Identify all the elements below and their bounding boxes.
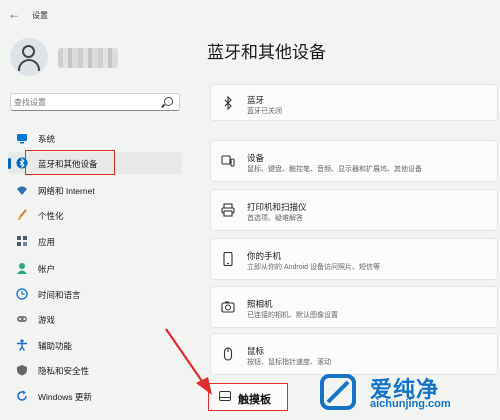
card-title: 照相机	[247, 299, 273, 309]
accessibility-icon	[16, 339, 28, 351]
phone-icon	[221, 251, 235, 267]
sidebar-item-label: 系统	[38, 134, 56, 144]
user-head-shape	[22, 45, 35, 58]
sidebar-item-accessibility[interactable]: 辅助功能	[8, 334, 182, 356]
card-subtitle: 立即从你的 Android 设备访问照片、短信等	[247, 264, 381, 271]
window-title: 设置	[32, 11, 48, 20]
blurred-username	[58, 48, 118, 68]
watermark-url: aichunjing.com	[370, 398, 451, 410]
sidebar-item-label: 时间和语言	[38, 290, 81, 300]
sidebar-item-privacy[interactable]: 隐私和安全性	[8, 359, 182, 381]
sidebar-item-label: Windows 更新	[38, 392, 92, 402]
devices-icon	[221, 154, 235, 168]
sidebar-item-network[interactable]: 网络和 Internet	[8, 179, 182, 201]
card-title: 你的手机	[247, 251, 282, 261]
card-title: 设备	[247, 153, 265, 163]
card-printers[interactable]: 打印机和扫描仪 首选项、疑难解答	[210, 189, 498, 231]
selection-indicator	[8, 158, 11, 169]
wifi-icon	[16, 184, 28, 196]
camera-icon	[221, 300, 235, 314]
sidebar-item-personalization[interactable]: 个性化	[8, 204, 182, 226]
update-icon	[16, 390, 28, 402]
globe-clock-icon	[16, 288, 28, 300]
bluetooth-icon	[221, 95, 235, 111]
sidebar-item-label: 游戏	[38, 315, 56, 325]
search-box[interactable]	[10, 93, 180, 111]
annotation-highlight-box	[25, 150, 115, 175]
account-icon	[16, 262, 28, 274]
card-subtitle: 按钮、鼠标指针速度、滚动	[247, 359, 331, 366]
search-icon[interactable]	[164, 97, 173, 106]
mouse-icon	[221, 347, 235, 361]
shield-icon	[16, 364, 28, 376]
card-subtitle: 已连接的相机、默认图像设置	[247, 312, 338, 319]
sidebar-item-label: 辅助功能	[38, 341, 73, 351]
card-subtitle: 鼠标、键盘、触控笔、音频、显示器和扩展坞、其他设备	[247, 166, 422, 173]
card-devices[interactable]: 设备 鼠标、键盘、触控笔、音频、显示器和扩展坞、其他设备	[210, 140, 498, 182]
card-your-phone[interactable]: 你的手机 立即从你的 Android 设备访问照片、短信等	[210, 238, 498, 280]
card-title: 触摸板	[238, 394, 271, 406]
card-subtitle: 蓝牙已关闭	[247, 108, 282, 115]
apps-icon	[16, 235, 28, 247]
sidebar-item-apps[interactable]: 应用	[8, 230, 182, 252]
brush-icon	[16, 209, 28, 221]
sidebar-item-system[interactable]: 系统	[8, 127, 182, 149]
card-bluetooth[interactable]: 蓝牙 蓝牙已关闭	[210, 84, 498, 121]
search-input[interactable]	[14, 95, 154, 109]
avatar[interactable]	[10, 38, 48, 76]
card-title: 鼠标	[247, 346, 265, 356]
sidebar-item-label: 隐私和安全性	[38, 366, 90, 376]
system-icon	[16, 132, 28, 144]
sidebar-item-label: 应用	[38, 237, 56, 247]
game-icon	[16, 313, 28, 325]
watermark: 爱纯净 aichunjing.com	[310, 368, 500, 420]
sidebar-item-gaming[interactable]: 游戏	[8, 308, 182, 330]
sidebar-item-label: 网络和 Internet	[38, 186, 95, 196]
card-subtitle: 首选项、疑难解答	[247, 215, 303, 222]
card-camera[interactable]: 照相机 已连接的相机、默认图像设置	[210, 286, 498, 328]
card-title: 打印机和扫描仪	[247, 202, 307, 212]
sidebar-item-label: 个性化	[38, 211, 64, 221]
card-title: 蓝牙	[247, 95, 265, 105]
page-title: 蓝牙和其他设备	[207, 43, 326, 62]
watermark-logo	[320, 374, 356, 410]
back-arrow-icon[interactable]: ←	[8, 7, 20, 21]
sidebar-item-label: 帐户	[38, 264, 56, 274]
sidebar-item-accounts[interactable]: 帐户	[8, 257, 182, 279]
user-body-shape	[18, 59, 40, 71]
sidebar-item-windows-update[interactable]: Windows 更新	[8, 385, 182, 407]
touchpad-icon	[219, 391, 231, 401]
annotation-arrow	[165, 328, 212, 395]
sidebar-item-time-language[interactable]: 时间和语言	[8, 283, 182, 305]
printer-icon	[221, 203, 235, 217]
